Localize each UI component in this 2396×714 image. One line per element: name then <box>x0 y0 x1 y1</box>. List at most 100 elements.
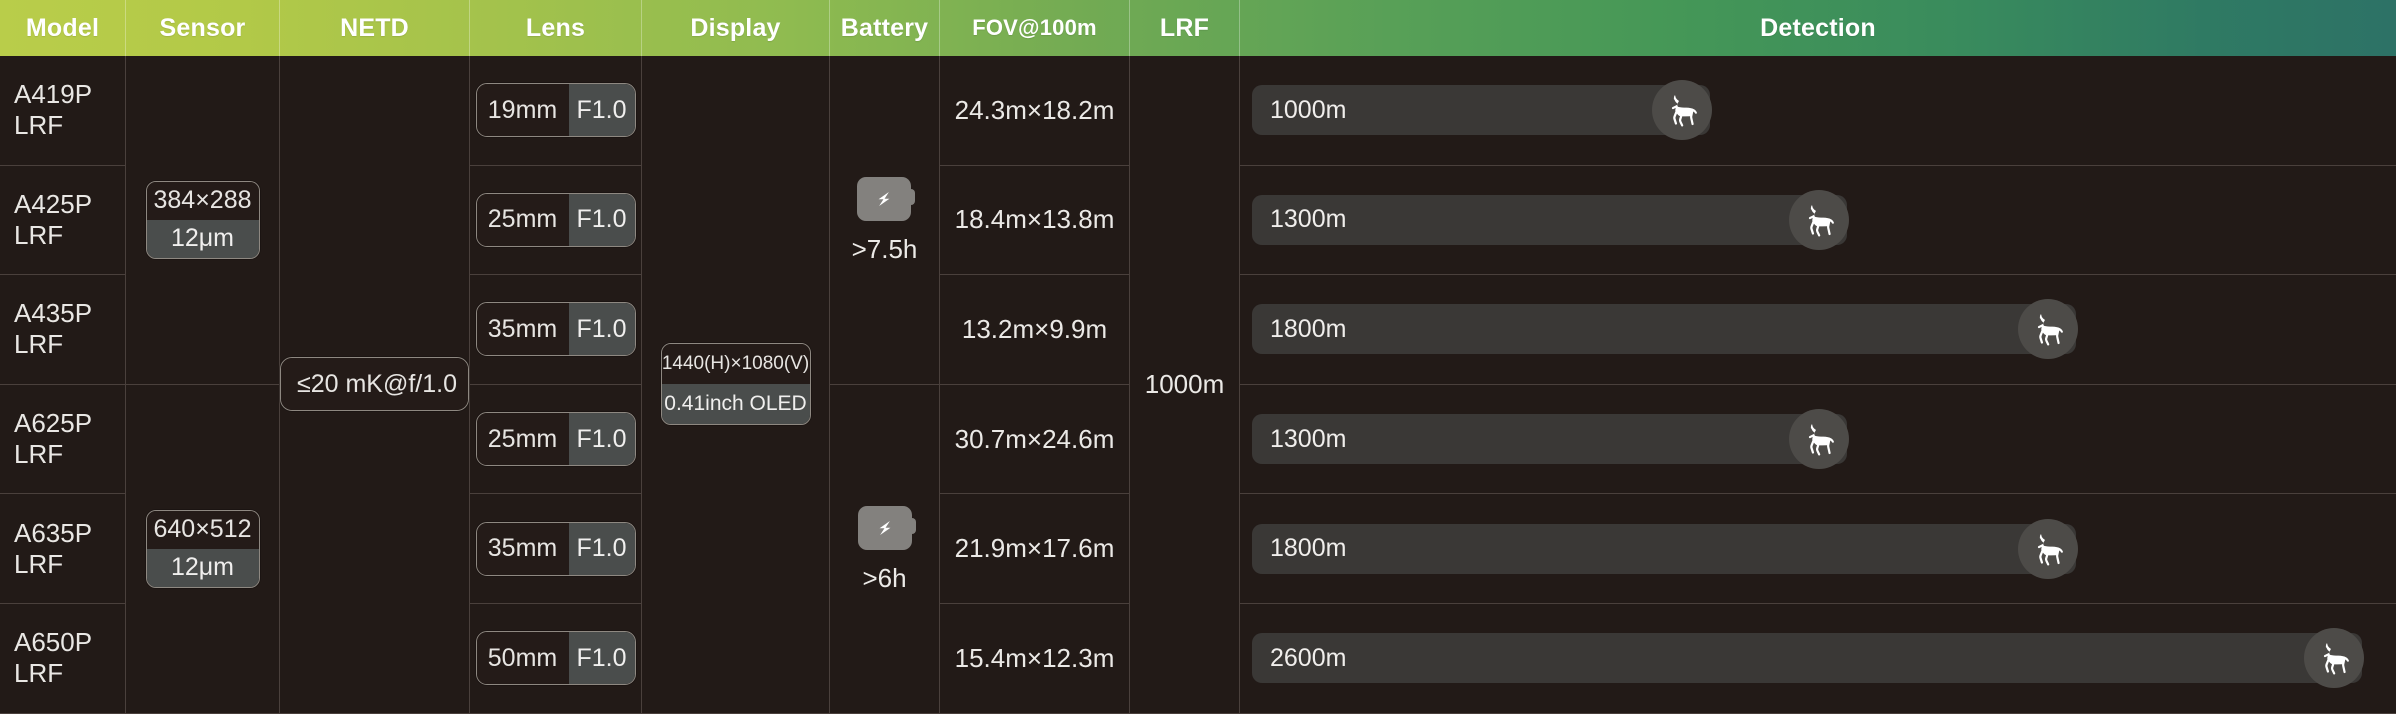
detection-distance: 1000m <box>1270 95 1347 124</box>
column-lens: 19mm F1.0 25mm F1.0 35mm F1.0 25mm F1.0 … <box>470 56 642 714</box>
sensor-group-cell: 384×288 12μm <box>126 56 279 385</box>
fov-cell: 24.3m×18.2m <box>940 56 1129 166</box>
detection-range-bar: 1000m <box>1252 80 1712 141</box>
detection-distance: 1300m <box>1270 205 1347 234</box>
column-sensor: 384×288 12μm 640×512 12μm <box>126 56 280 714</box>
lrf-merged-cell: 1000m <box>1130 56 1239 714</box>
battery-duration: >7.5h <box>851 234 918 265</box>
model-cell: A435P LRF <box>0 275 125 385</box>
display-pill: 1440(H)×1080(V) 0.41inch OLED <box>660 343 811 426</box>
fov-cell: 18.4m×13.8m <box>940 166 1129 276</box>
lrf-value: 1000m <box>1144 368 1225 399</box>
detection-range-bar: 1300m <box>1252 409 1849 470</box>
lens-aperture: F1.0 <box>568 84 635 137</box>
lens-aperture: F1.0 <box>568 522 635 575</box>
detection-range-bar: 1300m <box>1252 189 1849 250</box>
header-battery: Battery <box>830 0 940 56</box>
sensor-resolution: 384×288 <box>146 181 259 220</box>
header-lens: Lens <box>470 0 642 56</box>
model-cell: A625P LRF <box>0 385 125 495</box>
deer-icon <box>1788 189 1849 250</box>
detection-cell: 1300m <box>1240 166 2396 276</box>
lens-cell: 35mm F1.0 <box>470 494 641 604</box>
lens-cell: 25mm F1.0 <box>470 166 641 276</box>
column-fov: 24.3m×18.2m 18.4m×13.8m 13.2m×9.9m 30.7m… <box>940 56 1130 714</box>
deer-icon <box>2017 299 2078 360</box>
detection-range-bar: 2600m <box>1252 628 2364 689</box>
lens-pill: 19mm F1.0 <box>475 83 636 138</box>
battery-charge-icon <box>854 503 916 553</box>
lens-cell: 50mm F1.0 <box>470 604 641 714</box>
sensor-pill: 384×288 12μm <box>145 180 260 259</box>
sensor-resolution: 640×512 <box>146 510 259 549</box>
lens-aperture: F1.0 <box>568 632 635 685</box>
lens-focal-length: 19mm <box>476 84 569 137</box>
column-model: A419P LRF A425P LRF A435P LRF A625P LRF … <box>0 56 126 714</box>
fov-cell: 30.7m×24.6m <box>940 385 1129 495</box>
lens-focal-length: 50mm <box>476 632 569 685</box>
header-detection: Detection <box>1760 13 1876 42</box>
detection-distance: 2600m <box>1270 643 1347 672</box>
lens-focal-length: 25mm <box>476 413 569 466</box>
lens-aperture: F1.0 <box>568 193 635 246</box>
header-fov: FOV@100m <box>940 0 1130 56</box>
netd-value: ≤20 mK@f/1.0 <box>281 358 468 411</box>
detection-cell: 1800m <box>1240 494 2396 604</box>
header-sensor: Sensor <box>126 0 280 56</box>
lens-focal-length: 35mm <box>476 303 569 356</box>
lens-focal-length: 25mm <box>476 193 569 246</box>
lens-pill: 25mm F1.0 <box>475 412 636 467</box>
battery-charge-icon <box>853 174 916 224</box>
sensor-pixel-pitch: 12μm <box>146 219 259 258</box>
lens-focal-length: 35mm <box>476 522 569 575</box>
battery-indicator: >7.5h <box>851 174 918 265</box>
header-model: Model <box>0 0 126 56</box>
column-display: 1440(H)×1080(V) 0.41inch OLED <box>642 56 830 714</box>
battery-duration: >6h <box>862 563 907 594</box>
display-panel-type: 0.41inch OLED <box>661 384 810 425</box>
lens-cell: 35mm F1.0 <box>470 275 641 385</box>
lens-aperture: F1.0 <box>568 303 635 356</box>
fov-cell: 21.9m×17.6m <box>940 494 1129 604</box>
detection-range-bar: 1800m <box>1252 299 2078 360</box>
detection-distance: 1800m <box>1270 314 1347 343</box>
column-battery: >7.5h >6h <box>830 56 940 714</box>
table-body: A419P LRF A425P LRF A435P LRF A625P LRF … <box>0 56 2396 714</box>
deer-icon <box>1651 80 1712 141</box>
column-lrf: 1000m <box>1130 56 1240 714</box>
detection-range-bar: 1800m <box>1252 518 2078 579</box>
deer-icon <box>2303 628 2364 689</box>
lens-pill: 50mm F1.0 <box>475 631 636 686</box>
deer-icon <box>1788 409 1849 470</box>
detection-distance: 1300m <box>1270 424 1347 453</box>
battery-group-cell: >7.5h <box>830 56 939 385</box>
netd-merged-cell: ≤20 mK@f/1.0 <box>280 56 469 714</box>
fov-cell: 15.4m×12.3m <box>940 604 1129 714</box>
lens-pill: 35mm F1.0 <box>475 302 636 357</box>
display-resolution: 1440(H)×1080(V) <box>661 344 810 385</box>
column-netd: ≤20 mK@f/1.0 <box>280 56 470 714</box>
table-header-row: Model Sensor NETD Lens Display Battery F… <box>0 0 2396 56</box>
detection-cell: 1800m <box>1240 275 2396 385</box>
fov-cell: 13.2m×9.9m <box>940 275 1129 385</box>
lens-cell: 19mm F1.0 <box>470 56 641 166</box>
battery-indicator: >6h <box>854 503 916 594</box>
model-cell: A650P LRF <box>0 604 125 714</box>
column-detection: 1000m 1300m 1800m 1300m 1800m 2600m <box>1240 56 2396 714</box>
header-netd: NETD <box>280 0 470 56</box>
detection-cell: 2600m <box>1240 604 2396 714</box>
lens-pill: 25mm F1.0 <box>475 192 636 247</box>
deer-icon <box>2017 518 2078 579</box>
lens-cell: 25mm F1.0 <box>470 385 641 495</box>
detection-cell: 1000m <box>1240 56 2396 166</box>
lens-aperture: F1.0 <box>568 413 635 466</box>
model-cell: A419P LRF <box>0 56 125 166</box>
sensor-pixel-pitch: 12μm <box>146 548 259 587</box>
battery-group-cell: >6h <box>830 385 939 714</box>
lens-pill: 35mm F1.0 <box>475 521 636 576</box>
detection-distance: 1800m <box>1270 534 1347 563</box>
model-cell: A635P LRF <box>0 494 125 604</box>
sensor-group-cell: 640×512 12μm <box>126 385 279 714</box>
thermal-scope-spec-table: Model Sensor NETD Lens Display Battery F… <box>0 0 2396 714</box>
header-display: Display <box>642 0 830 56</box>
